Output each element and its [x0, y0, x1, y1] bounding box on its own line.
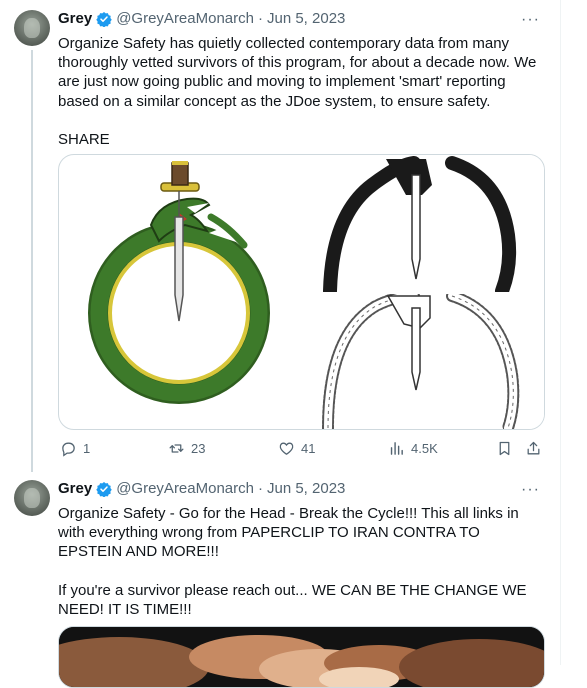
verified-badge-icon [96, 11, 112, 27]
like-count: 41 [301, 441, 316, 456]
share-button[interactable] [525, 440, 542, 457]
reply-icon [62, 442, 75, 457]
more-icon[interactable]: ··· [521, 481, 540, 499]
timeline-right-border [560, 0, 561, 665]
tweet-actions: 1 23 41 4.5K [58, 440, 543, 460]
media-image-dark-ouroboros[interactable] [302, 155, 544, 298]
media-image-snake-dagger[interactable] [59, 155, 300, 429]
tweet-1[interactable]: Grey @GreyAreaMonarch · Jun 5, 2023 ··· … [0, 0, 560, 472]
views-button[interactable]: 4.5K [388, 440, 438, 457]
avatar[interactable] [14, 480, 50, 516]
bookmark-button[interactable] [496, 440, 513, 457]
repost-count: 23 [191, 441, 206, 456]
tweet-media-photo[interactable] [58, 626, 545, 688]
reply-button[interactable]: 1 [60, 440, 90, 457]
tweet-text: Organize Safety has quietly collected co… [58, 35, 537, 149]
views-count: 4.5K [411, 441, 438, 456]
author-handle[interactable]: @GreyAreaMonarch [116, 10, 254, 27]
tweet-header: Grey @GreyAreaMonarch · Jun 5, 2023 [58, 480, 345, 497]
avatar[interactable] [14, 10, 50, 46]
tweet-date[interactable]: Jun 5, 2023 [267, 10, 345, 27]
tweet-text: Organize Safety - Go for the Head - Brea… [58, 505, 527, 619]
views-icon [390, 442, 403, 455]
thread-connector-line [31, 50, 33, 472]
like-button[interactable]: 41 [278, 440, 315, 457]
share-icon [527, 441, 540, 455]
tweet-2[interactable]: Grey @GreyAreaMonarch · Jun 5, 2023 ··· … [0, 470, 560, 688]
like-icon [279, 442, 294, 455]
reply-count: 1 [83, 441, 91, 456]
repost-icon [169, 444, 184, 453]
author-name[interactable]: Grey [58, 10, 92, 27]
repost-button[interactable]: 23 [168, 440, 205, 457]
verified-badge-icon [96, 481, 112, 497]
tweet-header: Grey @GreyAreaMonarch · Jun 5, 2023 [58, 10, 345, 27]
bookmark-icon [499, 441, 510, 456]
tweet-media[interactable] [58, 154, 545, 430]
author-handle[interactable]: @GreyAreaMonarch [116, 480, 254, 497]
tweet-date[interactable]: Jun 5, 2023 [267, 480, 345, 497]
separator-dot: · [257, 480, 263, 497]
more-icon[interactable]: ··· [521, 11, 540, 29]
separator-dot: · [257, 10, 263, 27]
media-image-line-ouroboros[interactable] [302, 290, 544, 429]
author-name[interactable]: Grey [58, 480, 92, 497]
